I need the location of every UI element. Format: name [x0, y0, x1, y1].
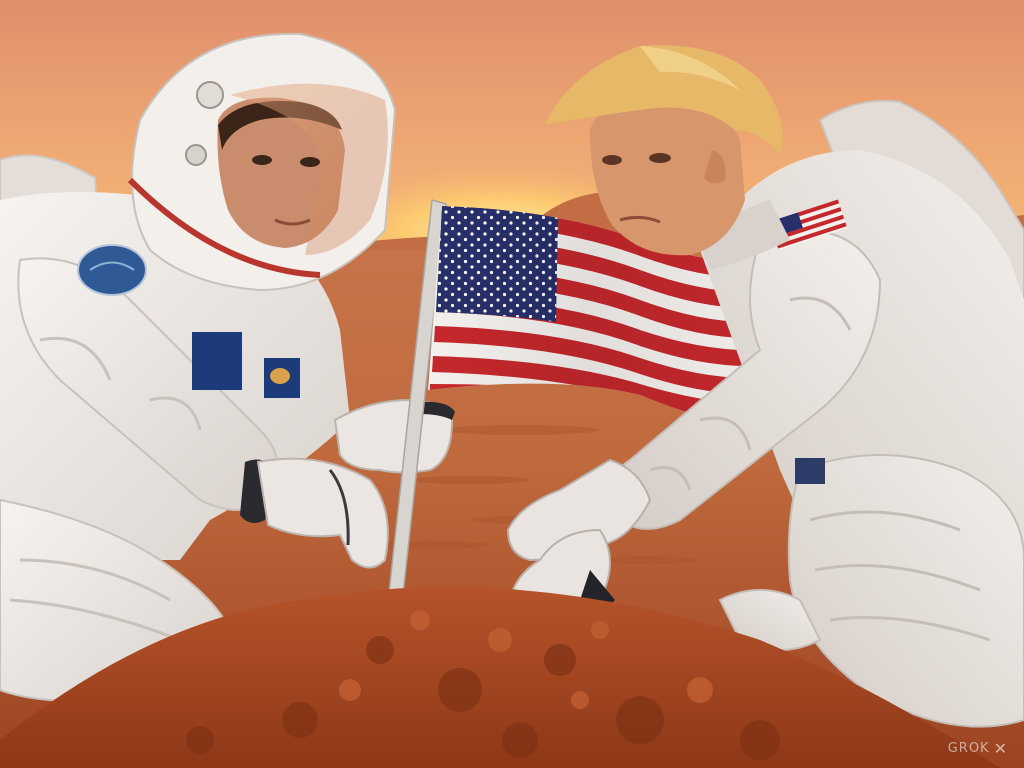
- scene: GROK ✕: [0, 0, 1024, 768]
- watermark: GROK ✕: [948, 739, 1008, 758]
- scene-illustration: [0, 0, 1024, 768]
- mission-patch: [192, 332, 242, 390]
- shoulder-patch: [77, 244, 147, 296]
- watermark-text: GROK: [947, 741, 990, 756]
- watermark-logo-icon: ✕: [993, 739, 1008, 758]
